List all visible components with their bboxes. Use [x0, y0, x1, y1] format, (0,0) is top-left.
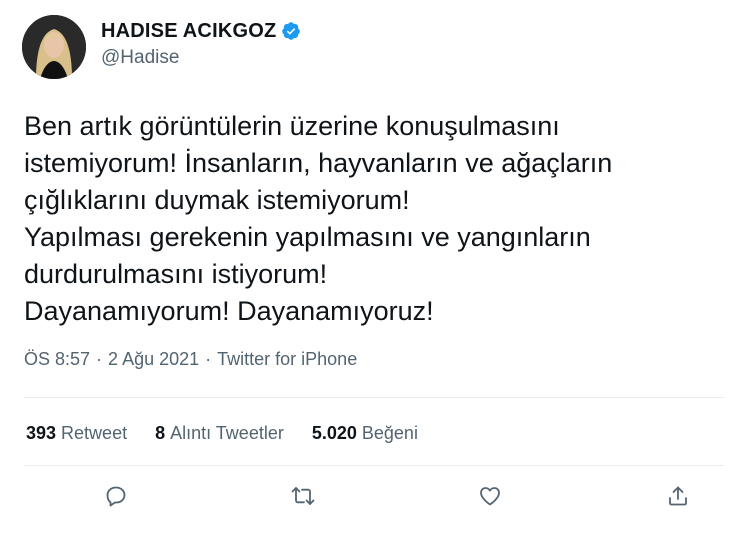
reply-button[interactable]: [98, 480, 134, 516]
avatar[interactable]: [22, 15, 86, 79]
like-button[interactable]: [472, 480, 508, 516]
retweet-stat[interactable]: 393 Retweet: [26, 423, 127, 444]
user-handle[interactable]: @Hadise: [101, 47, 301, 69]
tweet-header: HADISE ACIKGOZ @Hadise: [22, 15, 301, 79]
verified-badge-icon: [281, 21, 301, 41]
tweet-text-line: Yapılması gerekenin yapılmasını ve yangı…: [24, 222, 591, 252]
display-name[interactable]: HADISE ACIKGOZ: [101, 20, 276, 43]
tweet-text-line: Dayanamıyorum! Dayanamıyoruz!: [24, 296, 434, 326]
meta-separator: ·: [96, 349, 103, 369]
quote-count: 8: [155, 423, 166, 443]
like-count: 5.020: [311, 423, 357, 443]
retweet-count: 393: [26, 423, 57, 443]
tweet-meta: ÖS 8:57 · 2 Ağu 2021 · Twitter for iPhon…: [24, 349, 357, 370]
retweet-icon: [290, 484, 316, 513]
like-icon: [478, 484, 502, 513]
tweet-text-line: istemiyorum! İnsanların, hayvanların ve …: [24, 148, 613, 178]
tweet-text-line: çığlıklarını duymak istemiyorum!: [24, 185, 410, 215]
tweet-text: Ben artık görüntülerin üzerine konuşulma…: [24, 108, 724, 330]
reply-icon: [104, 484, 128, 513]
quote-label: Alıntı Tweetler: [170, 423, 284, 443]
tweet-time[interactable]: ÖS 8:57: [24, 349, 90, 370]
tweet-source[interactable]: Twitter for iPhone: [217, 349, 357, 370]
like-label: Beğeni: [361, 423, 418, 443]
retweet-label: Retweet: [61, 423, 128, 443]
like-stat[interactable]: 5.020 Beğeni: [312, 423, 418, 444]
share-button[interactable]: [660, 480, 696, 516]
share-icon: [666, 484, 690, 513]
tweet-card: HADISE ACIKGOZ @Hadise Ben artık görüntü…: [0, 0, 750, 539]
user-names: HADISE ACIKGOZ @Hadise: [101, 20, 301, 69]
divider: [24, 397, 724, 398]
meta-separator: ·: [205, 349, 212, 369]
quote-stat[interactable]: 8 Alıntı Tweetler: [155, 423, 284, 444]
tweet-date[interactable]: 2 Ağu 2021: [108, 349, 199, 370]
tweet-text-line: Ben artık görüntülerin üzerine konuşulma…: [24, 111, 560, 141]
tweet-actions: [0, 480, 750, 520]
tweet-text-line: durdurulmasını istiyorum!: [24, 259, 328, 289]
divider: [24, 465, 724, 466]
retweet-button[interactable]: [285, 480, 321, 516]
tweet-stats: 393 Retweet 8 Alıntı Tweetler 5.020 Beğe…: [26, 423, 446, 444]
name-row: HADISE ACIKGOZ: [101, 20, 301, 43]
avatar-image: [22, 15, 86, 79]
